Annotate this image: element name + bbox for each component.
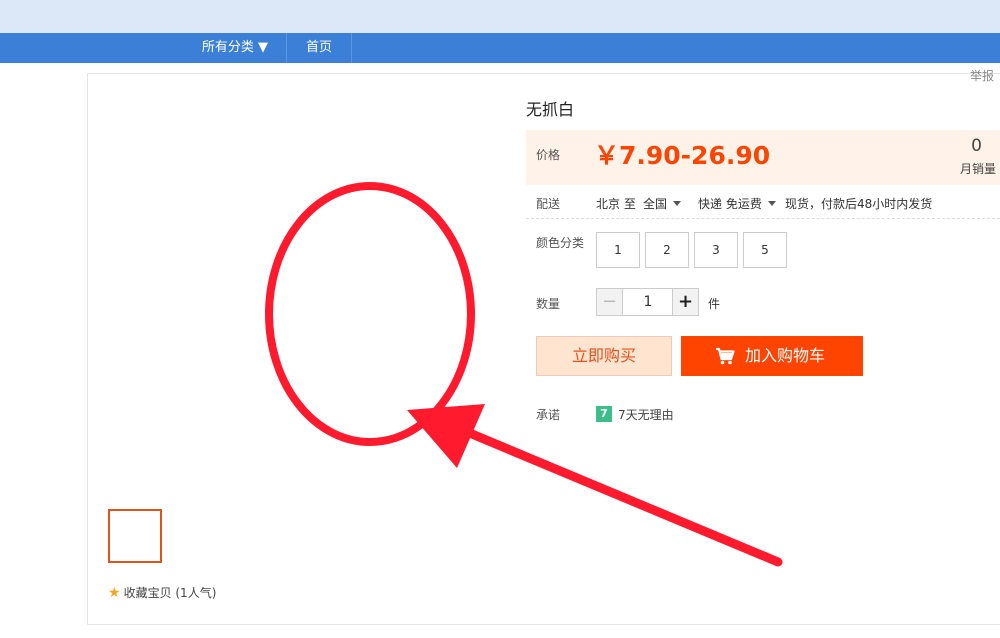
buy-now-button[interactable]: 立即购买 [536,336,672,376]
quantity-label: 数量 [536,297,561,311]
sku-option[interactable]: 1 [596,232,640,268]
chevron-down-icon [767,201,776,206]
shipping-label: 配送 [536,197,561,211]
shipping-destination-text: 全国 [643,197,668,211]
star-icon: ★ [108,585,121,601]
chevron-down-icon [673,201,682,206]
sku-option[interactable]: 3 [694,232,738,268]
favorite-text: 收藏宝贝 (1人气) [123,586,217,600]
nav-divider [351,33,352,63]
add-to-cart-label: 加入购物车 [745,346,826,365]
nav-home[interactable]: 首页 [287,33,351,63]
promise-label: 承诺 [536,408,561,422]
monthly-sales-count: 0 [971,136,982,156]
top-bar [0,0,1000,33]
shipping-method-select[interactable]: 快递 免运费 [698,195,776,212]
quantity-input[interactable]: 1 [623,288,673,316]
seven-day-return-icon: 7 [596,406,612,422]
quantity-decrease-button[interactable]: − [596,288,623,316]
report-link[interactable]: 举报 [970,67,994,84]
nav-bar: 所有分类 ▼ 首页 [0,33,1000,63]
shipping-row: 配送 北京 至 全国 快递 免运费 现货，付款后48小时内发货 [526,186,1000,219]
shipping-note: 现货，付款后48小时内发货 [785,197,933,211]
product-thumbnail[interactable] [108,509,162,563]
sku-label: 颜色分类 [536,236,585,250]
shipping-method-text: 快递 免运费 [698,197,762,211]
price-panel: 价格 ￥7.90-26.90 0 月销量 [526,130,1000,185]
nav-all-categories[interactable]: 所有分类 ▼ [184,33,286,63]
product-title: 无抓白 [526,100,575,119]
favorite-item-link[interactable]: ★ 收藏宝贝 (1人气) [108,584,216,601]
sku-option[interactable]: 2 [645,232,689,268]
price-label: 价格 [536,148,561,162]
promise-text[interactable]: 7天无理由 [618,406,674,423]
quantity-unit: 件 [708,297,721,311]
quantity-increase-button[interactable]: + [672,288,699,316]
price-value: ￥7.90-26.90 [594,141,771,170]
shipping-from: 北京 至 [596,197,636,211]
shipping-destination-select[interactable]: 全国 [643,195,682,212]
monthly-sales-label: 月销量 [959,162,996,176]
add-to-cart-button[interactable]: 加入购物车 [681,336,863,376]
sku-option[interactable]: 5 [743,232,787,268]
shopping-cart-icon [716,347,735,365]
